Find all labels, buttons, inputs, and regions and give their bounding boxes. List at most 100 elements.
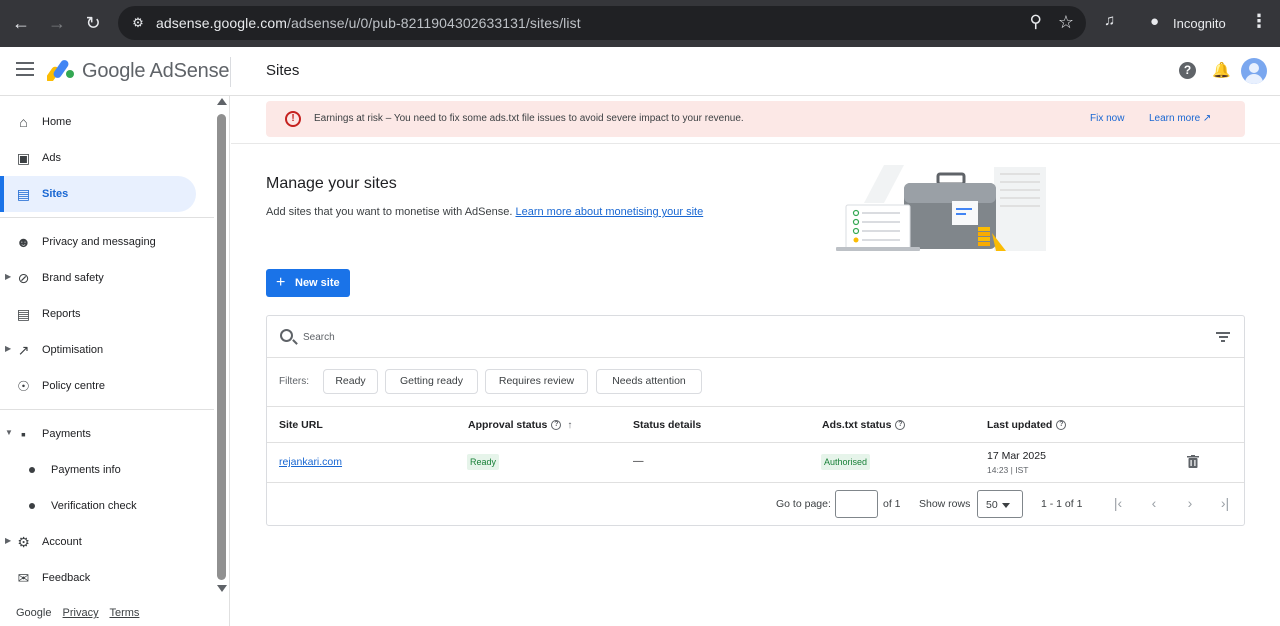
col-status-details[interactable]: Status details	[633, 419, 701, 431]
site-info-icon[interactable]: ⚙	[130, 15, 146, 31]
sidebar: ⌂ Home ▣ Ads ▤ Sites ☻ Privacy and messa…	[0, 96, 230, 626]
ads-icon: ▣	[16, 150, 31, 166]
page-count-label: of 1	[883, 498, 901, 510]
filter-chip-ready[interactable]: Ready	[323, 369, 378, 394]
manage-sites-subtitle: Add sites that you want to monetise with…	[266, 206, 704, 218]
help-circle-icon[interactable]: ?	[551, 420, 562, 431]
bookmark-star-icon[interactable]: ☆	[1058, 12, 1074, 33]
col-ads-txt-status[interactable]: Ads.txt status?	[822, 419, 906, 431]
bullet-icon	[29, 503, 35, 509]
scroll-down-arrow-icon[interactable]	[217, 585, 227, 592]
col-last-updated[interactable]: Last updated?	[987, 419, 1067, 431]
external-link-icon: ↗	[1202, 113, 1212, 124]
sidebar-item-payments[interactable]: ▼ ▪ Payments	[0, 416, 214, 452]
delete-trash-icon[interactable]	[1187, 455, 1199, 468]
page-title: Sites	[266, 62, 300, 79]
first-page-icon[interactable]: |‹	[1110, 495, 1126, 511]
sidebar-item-ads[interactable]: ▣ Ads	[0, 140, 214, 176]
zoom-icon[interactable]: ⚲	[1030, 12, 1042, 32]
home-icon: ⌂	[19, 114, 28, 130]
plus-icon: +	[276, 274, 286, 291]
header-divider	[230, 57, 231, 87]
search-icon	[280, 329, 293, 342]
address-bar[interactable]: ⚙ adsense.google.com/adsense/u/0/pub-821…	[118, 6, 1086, 40]
search-input[interactable]	[303, 327, 1183, 347]
hamburger-menu-icon[interactable]	[16, 62, 34, 76]
next-page-icon[interactable]: ›	[1182, 495, 1198, 511]
go-to-page-label: Go to page:	[776, 498, 831, 510]
fix-now-link[interactable]: Fix now	[1090, 113, 1124, 124]
notifications-bell-icon[interactable]: 🔔	[1212, 61, 1231, 79]
account-avatar[interactable]	[1241, 58, 1267, 84]
sidebar-item-payments-info[interactable]: Payments info	[0, 452, 214, 488]
new-site-button[interactable]: + New site	[266, 269, 350, 297]
app-header: Google AdSense Sites ? 🔔	[0, 47, 1280, 96]
sidebar-item-sites[interactable]: ▤ Sites	[0, 176, 196, 212]
prev-page-icon[interactable]: ‹	[1146, 495, 1162, 511]
sidebar-scrollbar[interactable]	[214, 96, 230, 596]
approval-status-badge: Ready	[467, 454, 500, 470]
sidebar-item-home[interactable]: ⌂ Home	[0, 104, 214, 140]
brand-name: Google AdSense	[82, 60, 230, 82]
show-rows-label: Show rows	[919, 498, 971, 510]
col-site-url[interactable]: Site URL	[279, 419, 323, 431]
help-circle-icon[interactable]: ?	[1056, 420, 1067, 431]
sidebar-item-account[interactable]: ▶ ⚙ Account	[0, 524, 214, 560]
incognito-icon: ●	[1150, 13, 1160, 30]
error-icon: !	[285, 111, 301, 127]
help-icon[interactable]: ?	[1179, 62, 1196, 79]
sidebar-item-feedback[interactable]: ✉ Feedback	[0, 560, 214, 596]
reports-icon: ▤	[16, 306, 31, 322]
sidebar-item-privacy[interactable]: ☻ Privacy and messaging	[0, 224, 214, 260]
pager-range: 1 - 1 of 1	[1041, 498, 1083, 510]
col-approval-status[interactable]: Approval status? ↑	[468, 419, 572, 431]
page-number-input[interactable]	[835, 490, 878, 518]
feedback-icon: ✉	[17, 570, 30, 586]
last-updated-date: 17 Mar 2025	[987, 450, 1046, 462]
sidebar-item-verification-check[interactable]: Verification check	[0, 488, 214, 524]
sidebar-item-optimisation[interactable]: ▶ ↗ Optimisation	[0, 332, 214, 368]
last-page-icon[interactable]: ›|	[1217, 495, 1233, 511]
learn-more-link[interactable]: Learn more ↗	[1149, 113, 1211, 124]
filter-chip-requires-review[interactable]: Requires review	[485, 369, 588, 394]
policy-icon: ☉	[17, 378, 30, 394]
footer-privacy-link[interactable]: Privacy	[63, 607, 99, 619]
sidebar-item-reports[interactable]: ▤ Reports	[0, 296, 214, 332]
scroll-thumb[interactable]	[217, 114, 226, 580]
help-circle-icon[interactable]: ?	[895, 420, 906, 431]
table-header: Site URL Approval status? ↑ Status detail…	[267, 407, 1244, 443]
filter-chip-needs-attention[interactable]: Needs attention	[596, 369, 702, 394]
scroll-up-arrow-icon[interactable]	[217, 98, 227, 105]
rows-per-page-select[interactable]: 50	[977, 490, 1023, 518]
sidebar-item-brand-safety[interactable]: ▶ ⊘ Brand safety	[0, 260, 214, 296]
gear-icon: ⚙	[17, 534, 30, 550]
incognito-label: Incognito	[1173, 16, 1226, 31]
footer-terms-link[interactable]: Terms	[109, 607, 139, 619]
expand-caret-icon: ▶	[5, 536, 12, 545]
filter-chip-getting-ready[interactable]: Getting ready	[385, 369, 478, 394]
last-updated-time: 14:23 | IST	[987, 465, 1029, 475]
forward-icon[interactable]: →	[45, 11, 69, 35]
sidebar-item-policy-centre[interactable]: ☉ Policy centre	[0, 368, 214, 404]
browser-toolbar: ← → ↻ ⚙ adsense.google.com/adsense/u/0/p…	[0, 0, 1280, 47]
block-icon: ⊘	[17, 270, 30, 286]
back-icon[interactable]: ←	[9, 11, 33, 35]
incognito-indicator[interactable]: ● Incognito	[1138, 7, 1238, 39]
earnings-risk-banner: ! Earnings at risk – You need to fix som…	[266, 101, 1245, 137]
privacy-icon: ☻	[16, 234, 31, 250]
table-pager: Go to page: of 1 Show rows 50 1 - 1 of 1…	[267, 483, 1244, 525]
sidebar-divider	[0, 217, 214, 218]
url-text[interactable]: adsense.google.com/adsense/u/0/pub-82119…	[156, 15, 581, 31]
reload-icon[interactable]: ↻	[81, 11, 105, 35]
sort-ascending-icon[interactable]: ↑	[567, 420, 572, 431]
filters-label: Filters:	[279, 376, 309, 387]
sidebar-footer: Google Privacy Terms	[16, 607, 147, 619]
media-controls-icon[interactable]: ♫	[1104, 12, 1115, 29]
browser-menu-icon[interactable]: ⋮	[1250, 11, 1268, 32]
filter-list-icon[interactable]	[1216, 332, 1230, 342]
payments-icon: ▪	[21, 426, 26, 442]
sites-table-card: Filters: Ready Getting ready Requires re…	[266, 315, 1245, 526]
main-divider	[231, 143, 1280, 144]
site-url-link[interactable]: rejankari.com	[279, 456, 342, 468]
monetising-learn-more-link[interactable]: Learn more about monetising your site	[515, 206, 703, 218]
